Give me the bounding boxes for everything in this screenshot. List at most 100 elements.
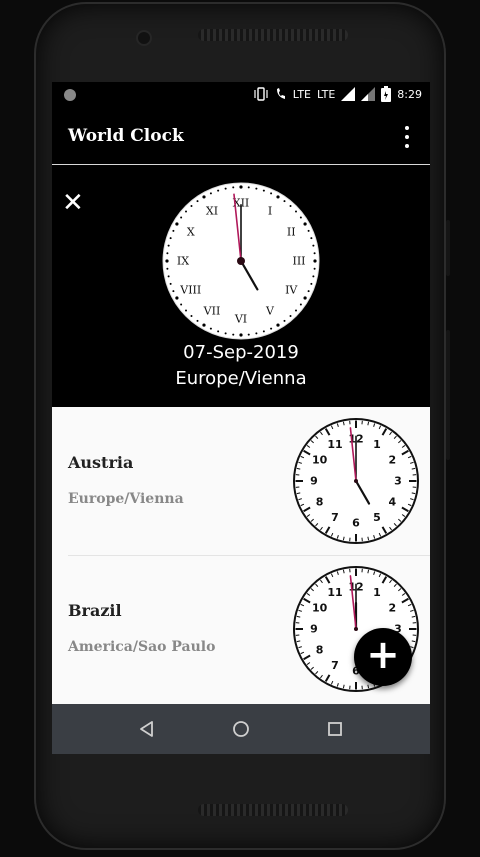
tick-mark (239, 185, 243, 189)
clock-numeral: 10 (312, 454, 328, 467)
country-name: Brazil (68, 601, 122, 620)
clock-numeral: X (187, 226, 195, 239)
tick-mark (217, 189, 220, 192)
clock-numeral: 7 (331, 511, 339, 524)
tick-mark (217, 330, 220, 333)
clock-numeral: 11 (327, 438, 342, 451)
tick-mark (313, 267, 316, 270)
more-vert-icon[interactable] (398, 126, 416, 148)
tick-mark (367, 421, 370, 426)
tick-mark (296, 467, 301, 470)
tick-mark (190, 205, 193, 208)
tick-mark (167, 244, 170, 247)
clock-numeral: 2 (389, 454, 397, 467)
tick-mark (175, 222, 179, 226)
tick-mark (307, 229, 310, 232)
tick-mark (239, 333, 243, 337)
tick-mark (299, 303, 302, 306)
clock-numeral: 2 (389, 602, 397, 615)
tick-mark (247, 333, 250, 336)
lte-label-1: LTE (292, 87, 311, 101)
tick-mark (296, 640, 301, 643)
clock-numeral: 8 (316, 644, 324, 657)
tick-mark (411, 640, 416, 643)
tick-mark (175, 296, 179, 300)
tick-mark (202, 323, 206, 327)
hero-analog-clock: XIIIIIIIIIVVVIVIIVIIIIXXXI (162, 182, 320, 340)
clock-hub (237, 257, 245, 265)
tick-mark (296, 492, 301, 495)
recents-icon[interactable] (322, 716, 348, 742)
tick-mark (166, 267, 169, 270)
clock-numeral: IX (177, 255, 189, 268)
close-icon[interactable]: ✕ (62, 190, 84, 216)
tick-mark (294, 309, 297, 312)
clock-numeral: VIII (179, 284, 201, 297)
tick-mark (310, 282, 313, 285)
tick-mark (224, 187, 227, 190)
clock-numeral: 1 (373, 586, 381, 599)
clock-numeral: 8 (316, 496, 324, 509)
clock-numeral: III (292, 255, 305, 268)
tick-mark (294, 210, 297, 213)
clock-numeral: 1 (373, 438, 381, 451)
front-camera (138, 32, 150, 44)
tick-mark (224, 332, 227, 335)
home-icon[interactable] (228, 716, 254, 742)
tick-mark (270, 327, 273, 330)
list-item[interactable]: Austria Europe/Vienna 12 1 2 3 4 5 6 7 8 9 10 11 (52, 407, 430, 555)
tick-mark (232, 186, 235, 189)
tick-mark (289, 314, 292, 317)
tick-mark (411, 615, 416, 618)
tick-mark (196, 319, 199, 322)
clock-hub (354, 479, 358, 483)
clock-numeral: XI (206, 204, 218, 217)
country-name: Austria (68, 453, 134, 472)
volume-button (446, 220, 450, 276)
tick-mark (262, 330, 265, 333)
tick-mark (180, 216, 183, 219)
back-icon[interactable] (134, 716, 160, 742)
tick-mark (185, 309, 188, 312)
hero-date: 07-Sep-2019 (183, 342, 299, 363)
clock-numeral: II (287, 226, 296, 239)
selected-clock-panel: ✕ XII I II III IV V VI VII VIII IX X XI 07-Sep-2019… (52, 165, 430, 407)
tick-mark (312, 244, 315, 247)
tick-mark (247, 186, 250, 189)
add-clock-button[interactable]: + (354, 628, 412, 686)
timezone-name: America/Sao Paulo (68, 639, 216, 655)
tick-mark (169, 237, 172, 240)
tick-mark (169, 282, 172, 285)
tick-mark (342, 569, 345, 574)
tick-mark (276, 195, 280, 199)
clock-numeral: 5 (373, 511, 381, 524)
app-title: World Clock (68, 126, 184, 146)
tick-mark (303, 222, 307, 226)
screen: LTE LTE 8:29 World Clock ✕ XII I II III IV V V… (52, 82, 430, 754)
clock-numeral: 7 (331, 659, 339, 672)
app-bar: World Clock (52, 108, 430, 165)
signal-icon (341, 87, 356, 101)
analog-clock: 121234567891011 (293, 418, 419, 544)
tick-mark (180, 303, 183, 306)
tick-mark (190, 314, 193, 317)
tick-mark (165, 259, 169, 263)
clock-numeral: IV (285, 284, 298, 297)
tick-mark (313, 252, 316, 255)
notification-icon (64, 89, 76, 101)
navigation-bar (52, 704, 430, 754)
top-speaker (198, 29, 348, 41)
clock-numeral: 6 (352, 517, 360, 530)
tick-mark (166, 252, 169, 255)
tick-mark (172, 290, 175, 293)
clock-numeral: 9 (310, 475, 318, 488)
plus-icon: + (366, 632, 400, 678)
timezone-name: Europe/Vienna (68, 491, 184, 507)
tick-mark (270, 192, 273, 195)
clock-numeral: 11 (327, 586, 342, 599)
tick-mark (342, 684, 345, 689)
tick-mark (367, 569, 370, 574)
tick-mark (172, 229, 175, 232)
clock-numeral: 4 (389, 496, 397, 509)
tick-mark (262, 189, 265, 192)
